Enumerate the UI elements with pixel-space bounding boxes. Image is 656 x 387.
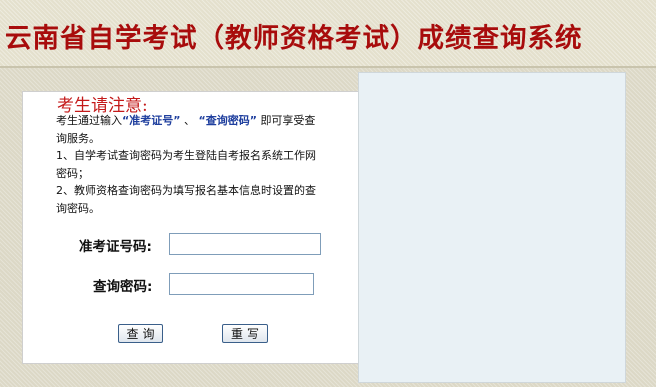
login-panel: 考生请注意: 考生通过输入“准考证号” 、 “查询密码” 即可享受查询服务。 1…	[22, 91, 360, 364]
exam-id-input[interactable]	[169, 233, 321, 255]
notice-text: 考生通过输入“准考证号” 、 “查询密码” 即可享受查询服务。 1、自学考试查询…	[56, 112, 326, 217]
title-divider	[0, 66, 656, 68]
password-input[interactable]	[169, 273, 314, 295]
notice-item-2: 2、教师资格查询密码为填写报名基本信息时设置的查询密码。	[56, 184, 316, 215]
title-bar: 云南省自学考试（教师资格考试）成绩查询系统	[0, 0, 656, 66]
page-title: 云南省自学考试（教师资格考试）成绩查询系统	[5, 23, 583, 54]
notice-item-1: 1、自学考试查询密码为考生登陆自考报名系统工作网密码；	[56, 149, 316, 180]
reset-button[interactable]: 重写	[222, 324, 268, 343]
query-button[interactable]: 查询	[118, 324, 163, 343]
notice-term-password: “查询密码”	[198, 114, 257, 127]
notice-intro-prefix: 考生通过输入	[56, 114, 122, 127]
notice-intro-separator: 、	[183, 114, 195, 127]
exam-id-label: 准考证号码:	[79, 239, 152, 255]
notice-term-exam-id: “准考证号”	[122, 114, 181, 127]
side-panel	[358, 72, 626, 383]
notice-intro: 考生通过输入“准考证号” 、 “查询密码” 即可享受查询服务。	[56, 112, 326, 147]
password-label: 查询密码:	[93, 279, 153, 295]
